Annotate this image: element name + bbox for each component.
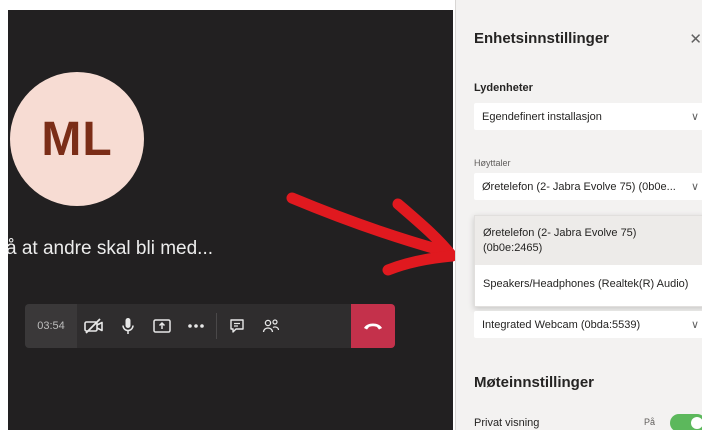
speaker-dropdown: Øretelefon (2- Jabra Evolve 75) (0b0e:24…	[474, 215, 702, 307]
speaker-value: Øretelefon (2- Jabra Evolve 75) (0b0e...	[482, 180, 676, 193]
camera-value: Integrated Webcam (0bda:5539)	[482, 318, 641, 331]
participants-button[interactable]	[254, 304, 288, 348]
meeting-settings-title: Møteinnstillinger	[474, 374, 594, 391]
more-icon	[188, 324, 204, 328]
audio-devices-value: Egendefinert installasjon	[482, 110, 602, 123]
audio-devices-label: Lydenheter	[474, 82, 533, 94]
participants-icon	[262, 319, 280, 333]
chevron-down-icon: ∨	[690, 319, 700, 331]
hang-up-button[interactable]	[351, 304, 395, 348]
speaker-select[interactable]: Øretelefon (2- Jabra Evolve 75) (0b0e...…	[474, 173, 702, 200]
share-screen-icon	[153, 319, 171, 333]
camera-toggle-button[interactable]	[77, 304, 111, 348]
speaker-label: Høyttaler	[474, 158, 511, 168]
private-view-label: Privat visning	[474, 417, 540, 429]
call-timer: 03:54	[25, 304, 77, 348]
private-view-toggle[interactable]	[670, 414, 702, 430]
device-settings-panel: Enhetsinnstillinger ✕ Lydenheter Egendef…	[455, 0, 702, 430]
close-icon[interactable]: ✕	[689, 30, 702, 48]
camera-off-icon	[84, 318, 103, 334]
toolbar-divider	[216, 313, 217, 339]
microphone-button[interactable]	[111, 304, 145, 348]
chevron-down-icon: ∨	[690, 111, 700, 123]
audio-devices-select[interactable]: Egendefinert installasjon ∨	[474, 103, 702, 130]
waiting-message: å at andre skal bli med...	[8, 238, 213, 259]
call-stage: ML å at andre skal bli med... 03:54	[8, 10, 453, 430]
chat-button[interactable]	[220, 304, 254, 348]
camera-select[interactable]: Integrated Webcam (0bda:5539) ∨	[474, 311, 702, 338]
microphone-icon	[122, 318, 134, 334]
more-actions-button[interactable]	[179, 304, 213, 348]
avatar: ML	[10, 72, 144, 206]
share-screen-button[interactable]	[145, 304, 179, 348]
toggle-knob	[691, 417, 702, 429]
chat-icon	[230, 319, 244, 333]
speaker-option[interactable]: Øretelefon (2- Jabra Evolve 75) (0b0e:24…	[475, 216, 702, 265]
private-view-state: På	[644, 417, 656, 427]
speaker-option[interactable]: Speakers/Headphones (Realtek(R) Audio)	[475, 265, 702, 306]
call-controls-bar: 03:54	[25, 304, 395, 348]
chevron-down-icon: ∨	[690, 181, 700, 193]
panel-title: Enhetsinnstillinger	[474, 30, 610, 47]
hang-up-icon	[364, 323, 382, 330]
